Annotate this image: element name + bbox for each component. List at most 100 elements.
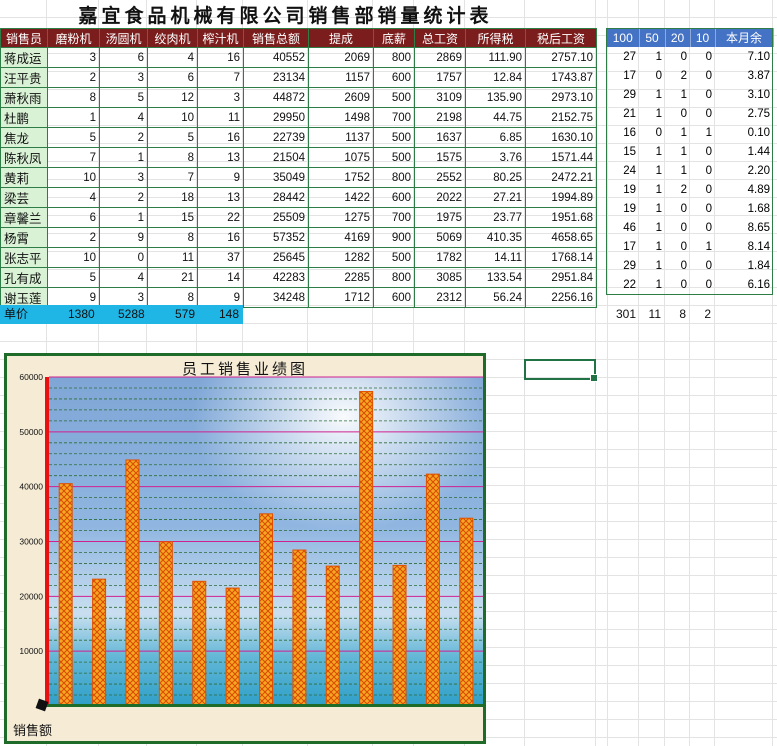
column-header[interactable]: 税后工资	[525, 28, 597, 48]
data-cell[interactable]: 2757.10	[525, 47, 597, 68]
data-cell[interactable]: 21	[147, 267, 198, 288]
data-cell[interactable]: 500	[373, 247, 415, 268]
data-cell[interactable]: 29950	[243, 107, 309, 128]
bar[interactable]	[425, 473, 440, 707]
data-cell[interactable]: 1275	[308, 207, 374, 228]
side-cell[interactable]: 1	[639, 104, 665, 123]
data-cell[interactable]: 1571.44	[525, 147, 597, 168]
chart-axis-label[interactable]: 销售额	[13, 720, 52, 739]
data-cell[interactable]: 2973.10	[525, 87, 597, 108]
side-cell[interactable]: 1	[639, 142, 665, 161]
side-cell[interactable]: 0	[665, 199, 690, 218]
unit-price-cell[interactable]: 579	[175, 305, 195, 324]
side-cell[interactable]: 0	[639, 66, 665, 85]
side-cell[interactable]: 3.87	[715, 66, 773, 85]
side-cell[interactable]: 2	[665, 180, 690, 199]
unit-price-row[interactable]: 单价 1380 5288 579 148	[0, 305, 243, 324]
data-cell[interactable]: 4	[47, 187, 100, 208]
data-cell[interactable]: 1	[99, 147, 148, 168]
data-cell[interactable]: 2256.16	[525, 287, 597, 308]
data-cell[interactable]: 900	[373, 227, 415, 248]
chart-title[interactable]: 员工销售业绩图	[7, 358, 483, 379]
data-cell[interactable]: 2	[99, 127, 148, 148]
data-cell[interactable]: 4	[99, 267, 148, 288]
data-cell[interactable]: 9	[197, 167, 244, 188]
data-cell[interactable]: 4	[99, 107, 148, 128]
data-cell[interactable]: 3109	[414, 87, 466, 108]
bar[interactable]	[292, 549, 307, 707]
data-cell[interactable]: 14	[197, 267, 244, 288]
side-cell[interactable]: 0.10	[715, 123, 773, 142]
data-cell[interactable]: 4658.65	[525, 227, 597, 248]
data-cell[interactable]: 3	[99, 67, 148, 88]
data-cell[interactable]: 2069	[308, 47, 374, 68]
data-cell[interactable]: 2198	[414, 107, 466, 128]
bar[interactable]	[58, 483, 73, 707]
data-cell[interactable]: 3	[197, 87, 244, 108]
data-cell[interactable]: 8	[147, 147, 198, 168]
data-cell[interactable]: 1282	[308, 247, 374, 268]
data-cell[interactable]: 11	[147, 247, 198, 268]
data-cell[interactable]: 2152.75	[525, 107, 597, 128]
side-cell[interactable]: 1	[639, 47, 665, 66]
side-cell[interactable]: 0	[690, 66, 715, 85]
side-cell[interactable]: 2.75	[715, 104, 773, 123]
data-cell[interactable]: 40552	[243, 47, 309, 68]
side-cell[interactable]: 1	[665, 123, 690, 142]
data-cell[interactable]: 6	[99, 47, 148, 68]
data-cell[interactable]: 1743.87	[525, 67, 597, 88]
side-cell[interactable]: 0	[690, 161, 715, 180]
data-cell[interactable]: 1422	[308, 187, 374, 208]
data-cell[interactable]: 23.77	[465, 207, 526, 228]
side-cell[interactable]: 17	[607, 237, 639, 256]
data-cell[interactable]: 1	[99, 207, 148, 228]
data-cell[interactable]: 1075	[308, 147, 374, 168]
data-cell[interactable]: 700	[373, 107, 415, 128]
data-cell[interactable]: 3	[99, 167, 148, 188]
data-cell[interactable]: 1137	[308, 127, 374, 148]
data-cell[interactable]: 2	[47, 227, 100, 248]
data-cell[interactable]: 44872	[243, 87, 309, 108]
salesperson-cell[interactable]: 张志平	[0, 247, 48, 268]
column-header[interactable]: 汤圆机	[99, 28, 148, 48]
data-cell[interactable]: 1782	[414, 247, 466, 268]
sales-chart[interactable]: 0100002000030000400005000060000 员工销售业绩图 …	[4, 353, 486, 744]
data-cell[interactable]: 6	[147, 67, 198, 88]
data-cell[interactable]: 500	[373, 147, 415, 168]
data-cell[interactable]: 25509	[243, 207, 309, 228]
bar[interactable]	[325, 565, 340, 707]
data-cell[interactable]: 13	[197, 187, 244, 208]
data-cell[interactable]: 2609	[308, 87, 374, 108]
side-cell[interactable]: 19	[607, 180, 639, 199]
data-cell[interactable]: 3	[47, 47, 100, 68]
data-cell[interactable]: 42283	[243, 267, 309, 288]
data-cell[interactable]: 37	[197, 247, 244, 268]
side-cell[interactable]: 1	[639, 180, 665, 199]
data-cell[interactable]: 12	[147, 87, 198, 108]
data-cell[interactable]: 133.54	[465, 267, 526, 288]
data-cell[interactable]: 1951.68	[525, 207, 597, 228]
data-cell[interactable]: 4	[147, 47, 198, 68]
side-cell[interactable]: 1	[639, 275, 665, 294]
data-cell[interactable]: 14.11	[465, 247, 526, 268]
data-cell[interactable]: 10	[47, 247, 100, 268]
salesperson-cell[interactable]: 梁芸	[0, 187, 48, 208]
data-cell[interactable]: 600	[373, 67, 415, 88]
data-cell[interactable]: 8	[147, 227, 198, 248]
salesperson-cell[interactable]: 黄莉	[0, 167, 48, 188]
data-cell[interactable]: 6	[47, 207, 100, 228]
data-cell[interactable]: 1994.89	[525, 187, 597, 208]
side-cell[interactable]: 1	[639, 237, 665, 256]
side-cell[interactable]: 8.65	[715, 218, 773, 237]
sheet-title[interactable]: 嘉宜食品机械有限公司销售部销量统计表	[47, 4, 524, 28]
side-cell[interactable]: 21	[607, 104, 639, 123]
salesperson-cell[interactable]: 蒋成运	[0, 47, 48, 68]
data-cell[interactable]: 5	[47, 127, 100, 148]
data-cell[interactable]: 3.76	[465, 147, 526, 168]
side-cell[interactable]: 27	[607, 47, 639, 66]
data-cell[interactable]: 5	[99, 87, 148, 108]
data-cell[interactable]: 500	[373, 127, 415, 148]
side-cell[interactable]: 1	[639, 161, 665, 180]
data-cell[interactable]: 5	[47, 267, 100, 288]
data-cell[interactable]: 111.90	[465, 47, 526, 68]
